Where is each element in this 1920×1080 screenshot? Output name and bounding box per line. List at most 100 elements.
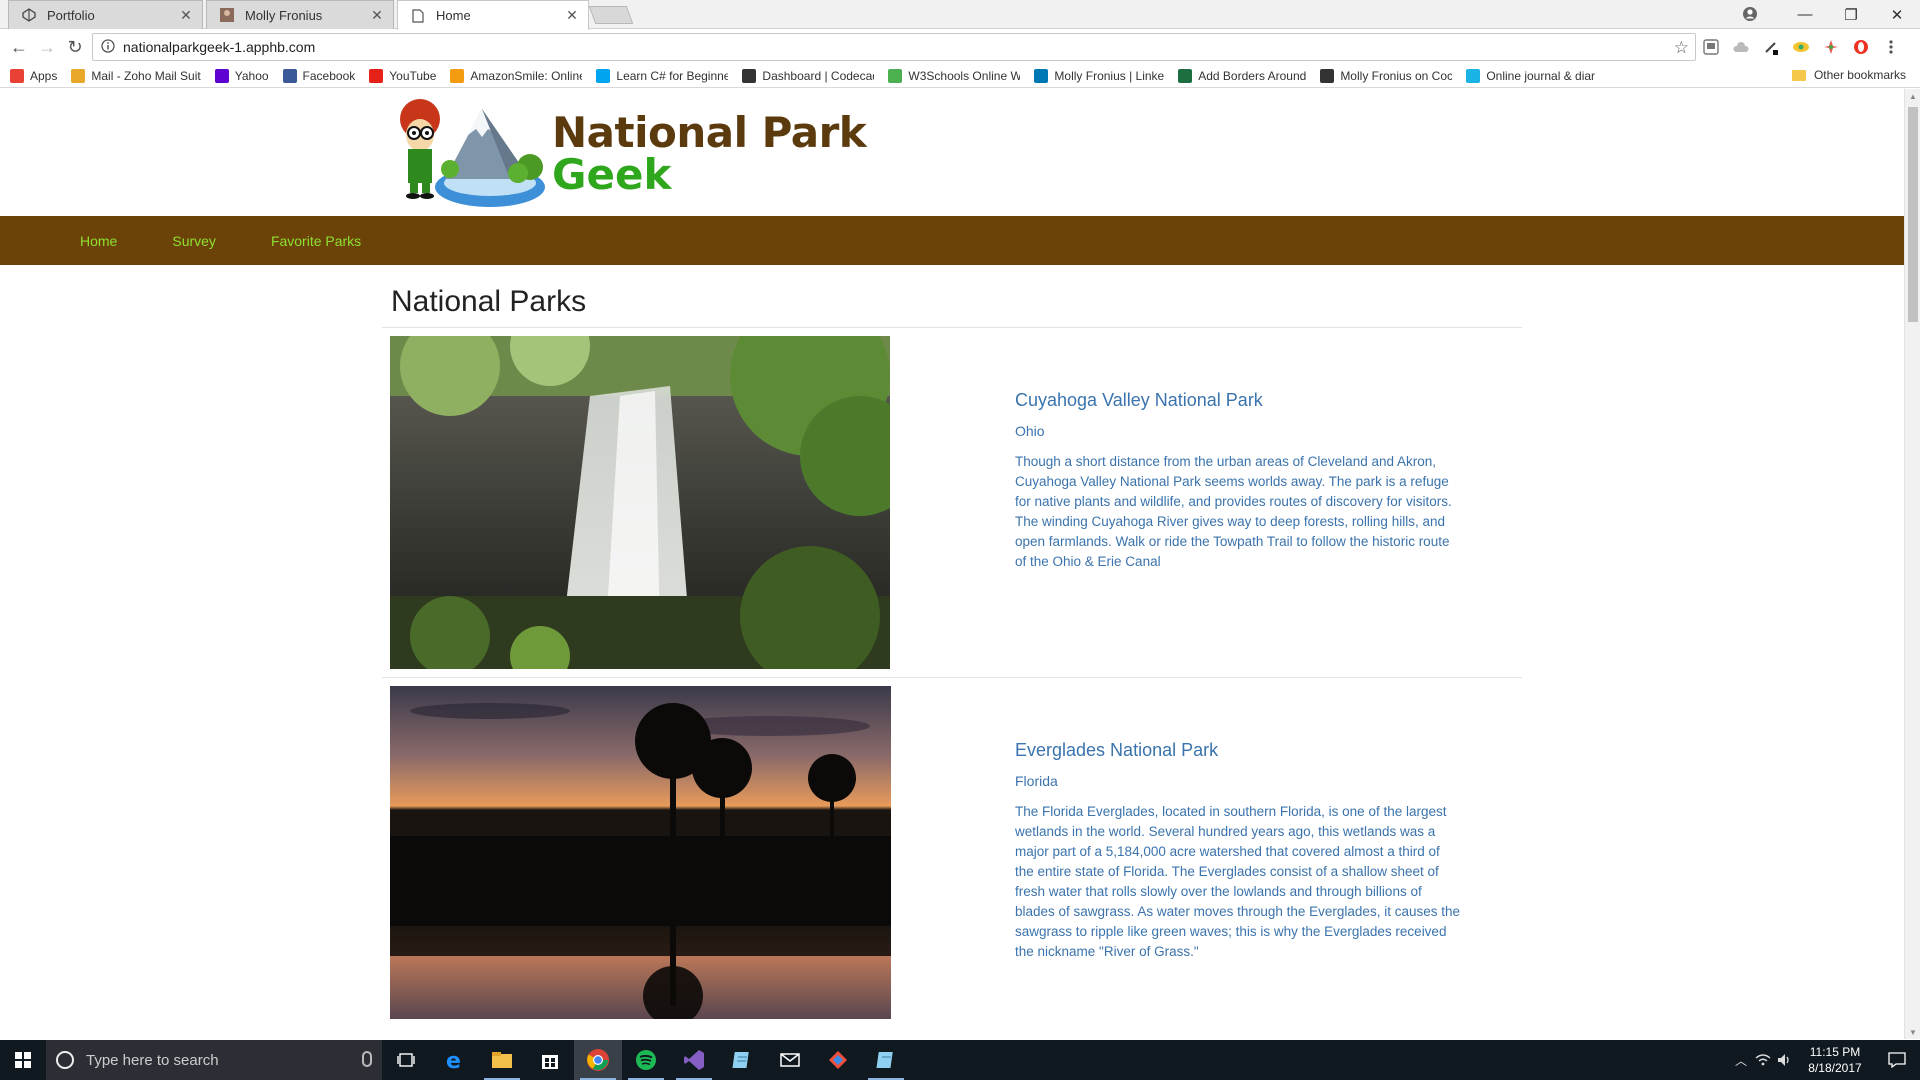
volume-icon[interactable] [1774, 1053, 1796, 1067]
extension-eyedropper-icon[interactable] [1760, 36, 1782, 58]
file-explorer-icon[interactable] [478, 1040, 526, 1080]
extension-eye-icon[interactable] [1790, 36, 1812, 58]
bookmark-label: Apps [30, 68, 58, 83]
park-name[interactable]: Everglades National Park [1015, 740, 1460, 761]
edge-icon[interactable]: e [430, 1040, 478, 1080]
bookmark-item[interactable]: Mail - Zoho Mail Suit [71, 68, 201, 83]
scrollbar-thumb[interactable] [1908, 107, 1918, 322]
logo-line1: National Park [552, 108, 867, 157]
tab-molly-fronius[interactable]: Molly Fronius ✕ [206, 0, 394, 29]
folder-icon [1791, 69, 1806, 81]
info-icon[interactable] [101, 38, 115, 56]
task-view-icon[interactable] [382, 1040, 430, 1080]
logo-line2: Geek [552, 150, 672, 199]
microphone-icon[interactable] [362, 1051, 372, 1067]
scroll-up-icon[interactable]: ▲ [1905, 89, 1920, 103]
chrome-icon[interactable] [574, 1040, 622, 1080]
clock-date: 8/18/2017 [1808, 1061, 1862, 1075]
bookmark-item[interactable]: Learn C# for Beginne [596, 68, 729, 83]
site-nav: Home Survey Favorite Parks [0, 216, 1904, 265]
back-icon[interactable]: ← [6, 34, 32, 60]
park-state: Ohio [1015, 423, 1045, 439]
tab-portfolio[interactable]: Portfolio ✕ [8, 0, 203, 29]
bookmark-star-icon[interactable]: ☆ [1674, 38, 1689, 58]
bookmark-item[interactable]: Facebook [282, 68, 356, 83]
site-header: National Park Geek [0, 89, 1904, 216]
page-title: National Parks [382, 285, 1522, 328]
scroll-down-icon[interactable]: ▼ [1905, 1025, 1920, 1039]
park-description: Though a short distance from the urban a… [1015, 454, 1452, 569]
codecademy-icon [742, 68, 757, 83]
notepad-icon[interactable] [718, 1040, 766, 1080]
bookmark-label: Facebook [302, 68, 356, 83]
close-tab-icon[interactable]: ✕ [564, 7, 580, 24]
extension-save-icon[interactable] [1700, 36, 1722, 58]
codepen-icon [1320, 68, 1335, 83]
git-kraken-icon[interactable] [814, 1040, 862, 1080]
notepad2-icon[interactable] [862, 1040, 910, 1080]
spotify-icon[interactable] [622, 1040, 670, 1080]
nav-survey[interactable]: Survey [172, 233, 216, 249]
bookmark-item[interactable]: Dashboard | Codecad [742, 68, 874, 83]
bookmark-item[interactable]: Molly Fronius | Linke [1034, 68, 1164, 83]
restore-icon[interactable]: ❐ [1828, 0, 1874, 29]
svg-text:e: e [446, 1049, 461, 1071]
nav-home[interactable]: Home [80, 233, 117, 249]
bookmark-label: Yahoo [234, 68, 269, 83]
other-bookmarks[interactable]: Other bookmarks [1791, 68, 1906, 82]
bookmark-item[interactable]: Apps [10, 68, 58, 83]
bookmark-item[interactable]: Add Borders Around [1178, 68, 1306, 83]
close-tab-icon[interactable]: ✕ [178, 7, 194, 23]
linkedin-icon [1034, 68, 1049, 83]
close-window-icon[interactable]: ✕ [1874, 0, 1920, 29]
search-placeholder: Type here to search [86, 1051, 219, 1069]
wifi-icon[interactable] [1752, 1054, 1774, 1066]
cuyahoga-waterfall-photo[interactable] [390, 336, 890, 669]
taskbar-search[interactable]: Type here to search [46, 1040, 382, 1080]
bookmark-item[interactable]: Molly Fronius on Coc [1320, 68, 1452, 83]
park-state: Florida [1015, 773, 1058, 789]
everglades-sunset-photo[interactable] [390, 686, 891, 1019]
sheet-icon [1178, 68, 1193, 83]
park-name[interactable]: Cuyahoga Valley National Park [1015, 390, 1460, 411]
facebook-icon [282, 68, 297, 83]
profile-icon[interactable] [1740, 4, 1760, 24]
show-hidden-icons[interactable]: ︿ [1730, 1052, 1752, 1069]
bookmark-label: Learn C# for Beginne [616, 68, 729, 83]
close-tab-icon[interactable]: ✕ [369, 7, 385, 23]
opera-icon[interactable] [1850, 36, 1872, 58]
store-icon[interactable] [526, 1040, 574, 1080]
forward-icon[interactable]: → [34, 34, 60, 60]
extension-cloud-icon[interactable] [1730, 36, 1752, 58]
bookmark-item[interactable]: YouTube [369, 68, 436, 83]
page-viewport: National Park Geek Home Survey Favorite … [0, 89, 1904, 1039]
reload-icon[interactable]: ↻ [62, 34, 88, 60]
bookmark-label: AmazonSmile: Online [470, 68, 583, 83]
tab-strip: Portfolio ✕ Molly Fronius ✕ Home ✕ — ❐ ✕ [0, 0, 1920, 30]
amazon-icon [450, 68, 465, 83]
bookmark-item[interactable]: Online journal & diar [1466, 68, 1596, 83]
visual-studio-icon[interactable] [670, 1040, 718, 1080]
tab-home[interactable]: Home ✕ [397, 0, 589, 30]
address-bar[interactable]: nationalparkgeek-1.apphb.com ☆ [92, 33, 1696, 61]
nav-favorite-parks[interactable]: Favorite Parks [271, 233, 361, 249]
bookmark-label: Mail - Zoho Mail Suit [91, 68, 201, 83]
bookmark-item[interactable]: AmazonSmile: Online [450, 68, 583, 83]
bookmark-item[interactable]: W3Schools Online W [888, 68, 1020, 83]
vertical-scrollbar[interactable]: ▲ ▼ [1904, 89, 1920, 1039]
system-clock[interactable]: 11:15 PM 8/18/2017 [1796, 1044, 1874, 1076]
park-card-cuyahoga: Cuyahoga Valley National Park Ohio Thoug… [382, 328, 1522, 678]
new-tab-button[interactable] [588, 6, 634, 24]
logo-geek-mountain-icon [390, 99, 550, 209]
mail-icon[interactable] [766, 1040, 814, 1080]
bookmark-item[interactable]: Yahoo [214, 68, 269, 83]
park-description: The Florida Everglades, located in south… [1015, 804, 1460, 959]
site-logo[interactable]: National Park Geek [390, 99, 867, 209]
menu-icon[interactable] [1880, 36, 1902, 58]
bookmark-label: Online journal & diar [1486, 68, 1596, 83]
minimize-icon[interactable]: — [1782, 0, 1828, 29]
windows-start-icon[interactable] [0, 1040, 46, 1080]
action-center-icon[interactable] [1874, 1052, 1920, 1068]
tab-label: Portfolio [47, 7, 95, 23]
extension-pinwheel-icon[interactable] [1820, 36, 1842, 58]
